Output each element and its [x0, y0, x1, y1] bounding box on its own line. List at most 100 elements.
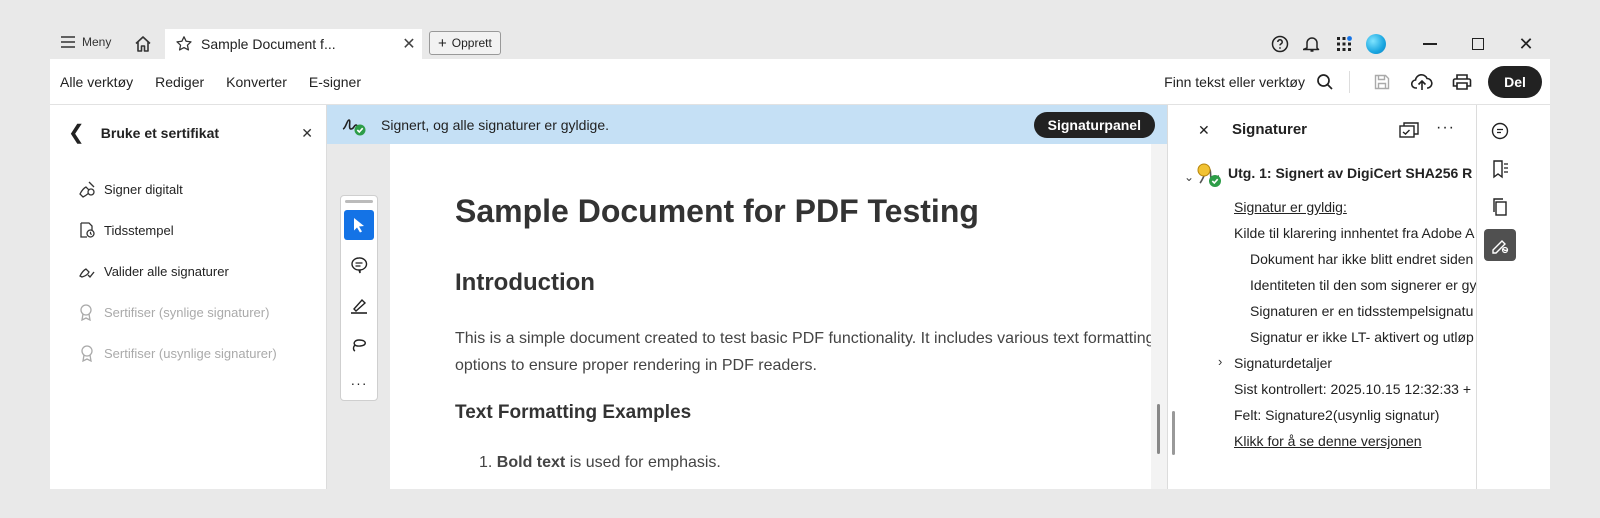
- tab-all-tools[interactable]: Alle verktøy: [60, 74, 133, 90]
- maximize-icon: [1472, 38, 1484, 50]
- tab-convert[interactable]: Konverter: [226, 74, 287, 90]
- bookmarks-rail-button[interactable]: [1484, 153, 1516, 185]
- printer-icon: [1452, 74, 1472, 90]
- signature-status-message: Signert, og alle signaturer er gyldige.: [381, 116, 610, 133]
- certify-visible-item[interactable]: Sertifiser (synlige signaturer): [78, 303, 269, 321]
- document-tab[interactable]: Sample Document f... ✕: [165, 29, 422, 59]
- more-dots-icon: ···: [350, 375, 368, 391]
- detail-lt-enabled: Signatur er ikke LT- aktivert og utløp: [1250, 329, 1474, 345]
- notifications-button[interactable]: [1296, 29, 1328, 59]
- comments-icon: [1491, 122, 1509, 140]
- list-rest-text: is used for emphasis.: [565, 454, 721, 471]
- help-button[interactable]: [1264, 29, 1296, 59]
- signature-valid-label: Signatur er gyldig:: [1234, 199, 1347, 215]
- signature-panel-button[interactable]: Signaturpanel: [1033, 111, 1155, 138]
- highlight-tool-button[interactable]: [344, 290, 374, 320]
- last-checked-label: Sist kontrollert: 2025.10.15 12:32:33 +: [1234, 381, 1471, 397]
- plus-icon: +: [438, 34, 447, 52]
- signature-banner: Signert, og alle signaturer er gyldige. …: [327, 105, 1167, 144]
- validate-all-signatures-item[interactable]: Valider alle signaturer: [78, 262, 229, 280]
- close-signatures-icon[interactable]: ✕: [1198, 122, 1210, 139]
- certify-visible-icon: [80, 304, 92, 321]
- comment-tool-button[interactable]: [344, 250, 374, 280]
- certify-visible-label: Sertifiser (synlige signaturer): [104, 304, 270, 320]
- cloud-upload-icon: [1411, 74, 1433, 90]
- detail-not-modified: Dokument har ikke blitt endret siden: [1250, 251, 1474, 267]
- document-scrollbar[interactable]: [1151, 144, 1167, 489]
- close-panel-icon[interactable]: ✕: [301, 125, 313, 142]
- list-item: 1. Bold text is used for emphasis.: [479, 454, 721, 472]
- field-label: Felt: Signature2(usynlig signatur): [1234, 407, 1440, 423]
- tab-edit[interactable]: Rediger: [155, 74, 204, 90]
- trust-source-label: Kilde til klarering innhentet fra Adobe …: [1234, 225, 1475, 241]
- search-button[interactable]: [1313, 62, 1337, 102]
- minimize-icon: [1423, 43, 1437, 45]
- select-tool-button[interactable]: [344, 210, 374, 240]
- share-button[interactable]: Del: [1488, 66, 1542, 98]
- timestamp-item[interactable]: Tidsstempel: [78, 221, 174, 239]
- introduction-heading: Introduction: [455, 269, 595, 296]
- copy-pages-icon: [1493, 198, 1507, 216]
- star-icon[interactable]: [175, 35, 193, 53]
- bell-icon: [1303, 37, 1320, 52]
- acrobat-window: Meny Sample Document f... ✕ + Opprett ✕ …: [50, 29, 1550, 489]
- comments-rail-button[interactable]: [1484, 115, 1516, 147]
- print-button[interactable]: [1442, 62, 1482, 102]
- validate-all-icon[interactable]: [1398, 120, 1420, 140]
- signatures-rail-button[interactable]: [1484, 229, 1516, 261]
- lasso-draw-icon: [352, 339, 366, 352]
- validate-all-label: Valider alle signaturer: [104, 263, 229, 279]
- quick-tools-rail: ···: [340, 195, 378, 401]
- home-icon: [135, 36, 151, 52]
- create-button[interactable]: + Opprett: [429, 31, 501, 55]
- upload-cloud-button[interactable]: [1402, 62, 1442, 102]
- certify-invisible-item[interactable]: Sertifiser (usynlige signaturer): [78, 344, 277, 362]
- home-button[interactable]: [133, 34, 153, 54]
- apps-button[interactable]: [1328, 29, 1360, 59]
- sign-digital-icon: [79, 181, 95, 198]
- apps-grid-icon: [1337, 36, 1352, 51]
- signature-valid-icon: [342, 118, 366, 135]
- find-label[interactable]: Finn tekst eller verktøy: [1164, 74, 1305, 90]
- rail-grip[interactable]: [345, 200, 373, 203]
- sign-digitally-item[interactable]: Signer digitalt: [78, 180, 183, 198]
- detail-identity: Identiteten til den som signerer er gy: [1250, 277, 1476, 293]
- formatting-heading: Text Formatting Examples: [455, 402, 692, 423]
- help-icon: [1271, 35, 1289, 53]
- right-icon-rail: [1476, 105, 1550, 489]
- create-label: Opprett: [451, 36, 492, 50]
- more-tools-button[interactable]: ···: [344, 368, 374, 398]
- save-button[interactable]: [1362, 62, 1402, 102]
- menu-button[interactable]: Meny: [60, 35, 111, 49]
- expand-chevron-icon[interactable]: ›: [1218, 354, 1222, 369]
- certify-invisible-icon: [81, 345, 93, 362]
- list-bold-text: Bold text: [496, 454, 566, 471]
- tab-e-sign[interactable]: E-signer: [309, 74, 361, 90]
- view-version-link[interactable]: Klikk for å se denne versjonen: [1234, 433, 1422, 449]
- pdf-page: Sample Document for PDF Testing Introduc…: [390, 144, 1151, 489]
- close-window-button[interactable]: ✕: [1502, 29, 1550, 59]
- highlighter-icon: [351, 298, 367, 314]
- comment-icon: [351, 257, 368, 274]
- scrollbar-thumb[interactable]: [1157, 404, 1160, 454]
- profile-button[interactable]: [1360, 29, 1392, 59]
- panel-resize-handle[interactable]: [1172, 411, 1175, 455]
- panel-more-icon[interactable]: ···: [1436, 119, 1455, 137]
- detail-timestamp: Signaturen er en tidsstempelsignatu: [1250, 303, 1474, 319]
- certify-invisible-label: Sertifiser (usynlige signaturer): [104, 345, 277, 361]
- minimize-button[interactable]: [1406, 29, 1454, 59]
- signature-pen-icon: [1492, 240, 1509, 254]
- close-tab-icon[interactable]: ✕: [396, 34, 422, 54]
- document-area: Signert, og alle signaturer er gyldige. …: [327, 105, 1167, 489]
- draw-tool-button[interactable]: [344, 330, 374, 360]
- collapse-chevron-icon[interactable]: ⌄: [1184, 170, 1194, 184]
- timestamp-label: Tidsstempel: [104, 222, 174, 238]
- pages-rail-button[interactable]: [1484, 191, 1516, 223]
- sign-digitally-label: Signer digitalt: [104, 181, 183, 197]
- signatures-panel: ✕ Signaturer ··· ⌄ Utg. 1: Signert av Di…: [1167, 105, 1476, 489]
- panel-title: Bruke et sertifikat: [100, 125, 220, 141]
- revision-entry[interactable]: Utg. 1: Signert av DigiCert SHA256 R: [1228, 165, 1472, 181]
- signature-details-toggle[interactable]: Signaturdetaljer: [1234, 355, 1332, 371]
- maximize-button[interactable]: [1454, 29, 1502, 59]
- back-arrow-icon[interactable]: ❮: [68, 123, 85, 143]
